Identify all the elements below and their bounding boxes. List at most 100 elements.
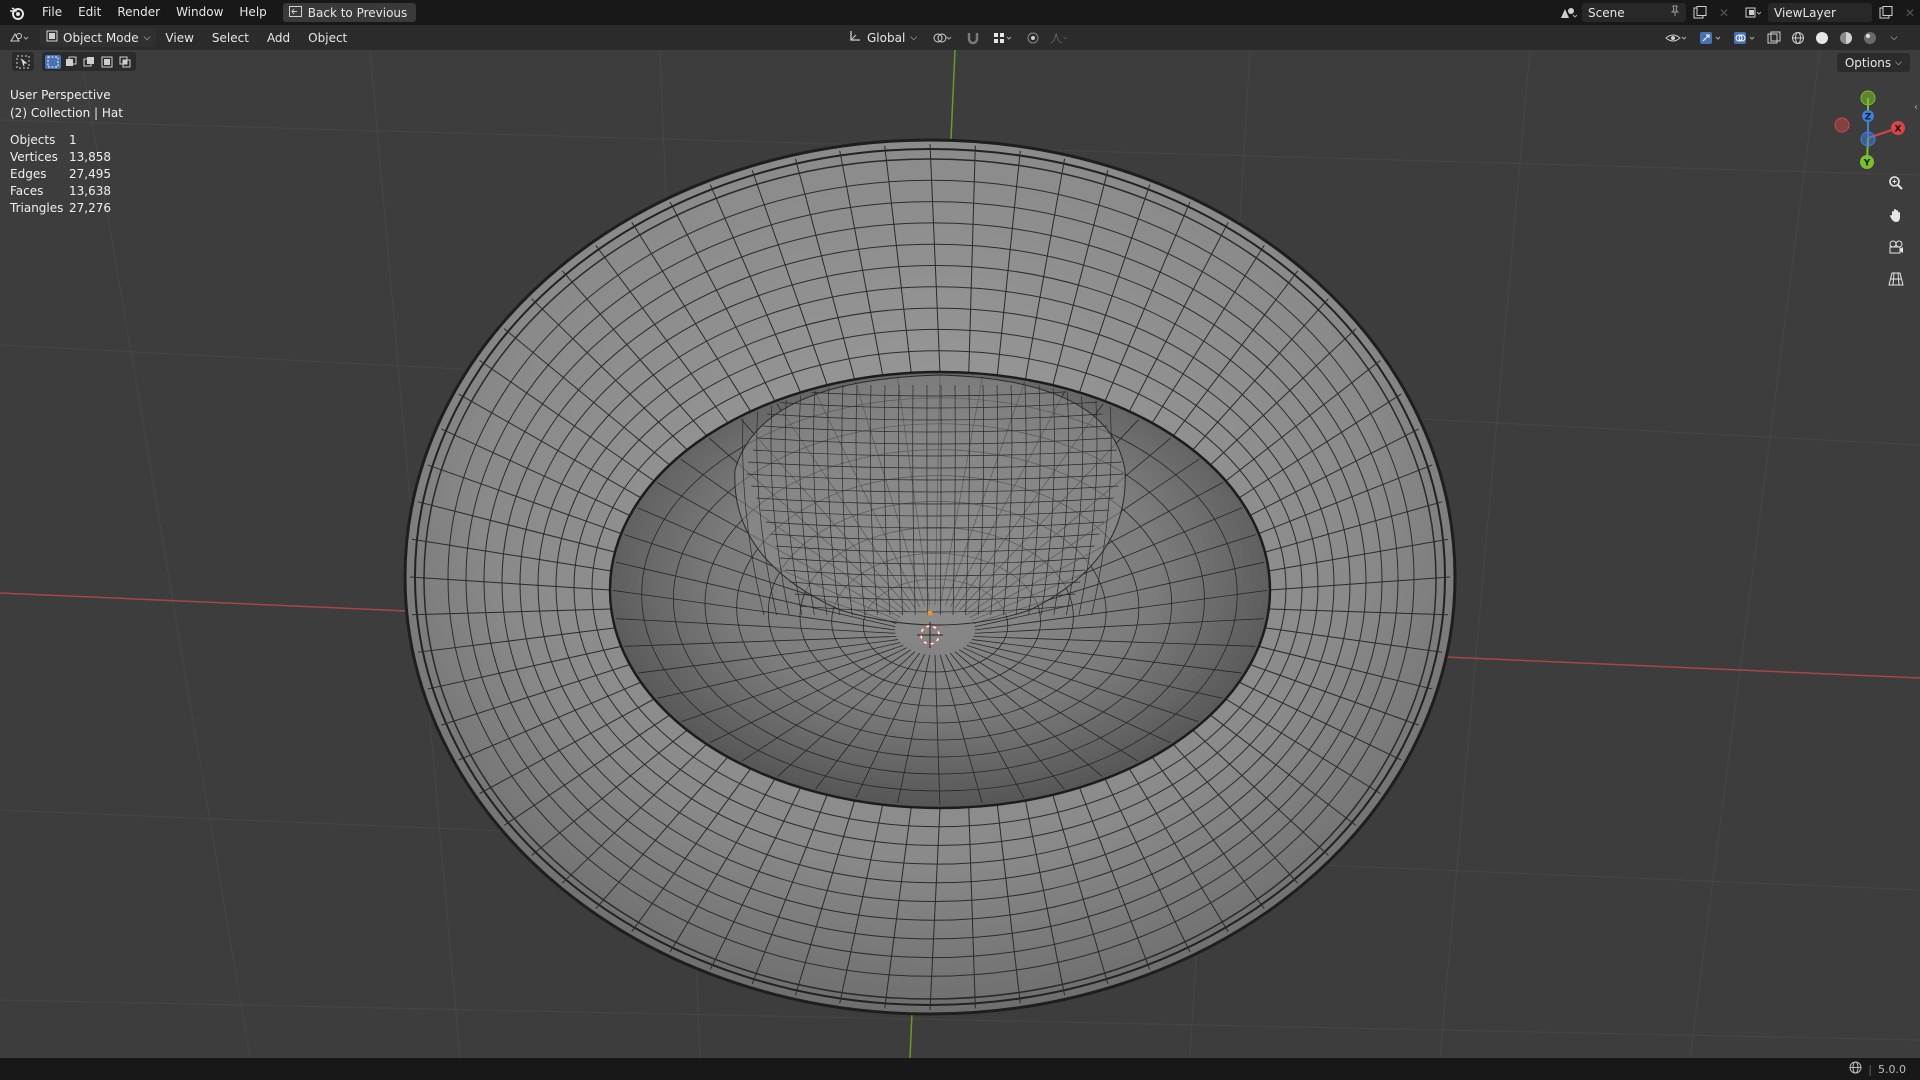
menu-select[interactable]: Select: [203, 31, 258, 45]
visibility-eye-icon[interactable]: [1662, 28, 1692, 47]
view-layer-field[interactable]: ViewLayer: [1768, 3, 1872, 22]
object-mode-label: Object Mode: [63, 30, 139, 45]
chevron-down-icon: ⌵: [1895, 57, 1902, 68]
new-view-layer-icon[interactable]: [1876, 3, 1896, 22]
shading-solid-icon[interactable]: [1812, 28, 1832, 47]
viewport-navigation-buttons: [1883, 170, 1909, 292]
navigation-gizmo[interactable]: Z X Y: [1820, 84, 1910, 170]
gizmo-z-label: Z: [1865, 113, 1872, 123]
object-mode-icon: [46, 30, 58, 45]
select-invert-icon[interactable]: [99, 55, 115, 69]
zoom-icon[interactable]: [1883, 170, 1909, 196]
scene-name: Scene: [1588, 5, 1625, 20]
snap-increment-icon[interactable]: [989, 28, 1017, 47]
gizmo-y-label: Y: [1863, 159, 1871, 169]
blender-version: 5.0.0: [1878, 1062, 1906, 1076]
xray-toggle-icon[interactable]: [1764, 28, 1784, 47]
select-new-icon[interactable]: [45, 54, 61, 69]
hat-mesh[interactable]: [403, 138, 1457, 1016]
stat-label: Objects: [10, 133, 56, 147]
menu-help[interactable]: Help: [231, 0, 274, 25]
select-tool-button[interactable]: [12, 52, 34, 71]
orientation-axes-icon: [848, 29, 862, 46]
proportional-falloff-icon[interactable]: [1049, 28, 1069, 47]
stat-row: Vertices 13,858: [10, 149, 111, 166]
menu-file[interactable]: File: [34, 0, 70, 25]
camera-view-icon[interactable]: [1883, 234, 1909, 260]
object-mode-dropdown[interactable]: Object Mode ⌵: [40, 28, 157, 47]
snap-magnet-icon[interactable]: [963, 28, 983, 47]
scene-statistics: Objects 1 Vertices 13,858 Edges 27,495 Face…: [10, 132, 111, 217]
stat-row: Objects 1: [10, 132, 111, 149]
pan-hand-icon[interactable]: [1883, 202, 1909, 228]
scene-field[interactable]: Scene: [1582, 3, 1686, 22]
stat-row: Triangles 27,276: [10, 200, 111, 217]
new-scene-icon[interactable]: [1690, 3, 1710, 22]
3d-viewport[interactable]: [0, 50, 1920, 1058]
select-extend-icon[interactable]: [63, 55, 79, 69]
stat-value: 13,638: [69, 184, 111, 198]
shading-wireframe-icon[interactable]: [1788, 28, 1808, 47]
pivot-point-icon[interactable]: [929, 28, 957, 47]
gizmo-neg-z-icon[interactable]: [1860, 131, 1876, 147]
menu-edit[interactable]: Edit: [70, 0, 109, 25]
gizmo-neg-x-icon[interactable]: [1834, 117, 1850, 133]
stat-value: 27,495: [69, 167, 111, 181]
transform-tools: Global ⌵: [838, 25, 1069, 50]
viewport-display-controls: ⌵: [1662, 25, 1904, 50]
menu-window[interactable]: Window: [168, 0, 231, 25]
stat-label: Triangles: [10, 201, 64, 215]
overlays-toggle-icon[interactable]: [1730, 28, 1760, 47]
gizmo-x-label: X: [1895, 125, 1902, 135]
close-scene-icon[interactable]: ✕: [1714, 3, 1734, 22]
stat-value: 27,276: [69, 201, 111, 215]
viewport-scene: [0, 50, 1920, 1058]
perspective-toggle-icon[interactable]: [1883, 266, 1909, 292]
select-subtract-icon[interactable]: [81, 55, 97, 69]
orientation-label: Global: [867, 30, 906, 45]
stat-label: Faces: [10, 184, 44, 198]
options-label: Options: [1844, 55, 1892, 70]
back-to-previous-button[interactable]: Back to Previous: [282, 3, 417, 22]
close-view-layer-icon[interactable]: ✕: [1900, 3, 1920, 22]
stat-value: 13,858: [69, 150, 111, 164]
stat-label: Edges: [10, 167, 47, 181]
stat-row: Faces 13,638: [10, 183, 111, 200]
stat-value: 1: [69, 133, 77, 147]
back-to-previous-label: Back to Previous: [307, 5, 408, 20]
chevron-down-icon: ⌵: [910, 32, 918, 43]
pin-icon[interactable]: [1670, 5, 1680, 20]
menu-render[interactable]: Render: [109, 0, 168, 25]
menu-view[interactable]: View: [156, 31, 202, 45]
scene-browse-icon[interactable]: [1558, 3, 1578, 22]
select-intersect-icon[interactable]: [117, 55, 133, 69]
menu-add[interactable]: Add: [258, 31, 299, 45]
selection-mode-group: [42, 52, 136, 71]
shading-material-icon[interactable]: [1836, 28, 1856, 47]
active-collection: (2) Collection | Hat: [10, 106, 123, 120]
select-tool-row: [12, 52, 136, 71]
chevron-down-icon: ⌵: [143, 32, 151, 43]
network-globe-icon[interactable]: [1849, 1061, 1862, 1077]
gizmo-neg-y-icon[interactable]: [1860, 90, 1876, 106]
viewport-info: User Perspective (2) Collection | Hat: [10, 86, 123, 122]
shading-rendered-icon[interactable]: [1860, 28, 1880, 47]
proportional-editing-icon[interactable]: [1023, 28, 1043, 47]
object-origin: [927, 610, 933, 616]
screen-back-icon: [288, 5, 302, 20]
stat-label: Vertices: [10, 150, 58, 164]
shading-options-chevron-icon[interactable]: ⌵: [1884, 28, 1904, 47]
blender-logo-icon[interactable]: [8, 4, 26, 22]
editor-type-icon[interactable]: [6, 28, 36, 47]
status-bar: | 5.0.0: [0, 1058, 1920, 1080]
top-right-controls: Scene ✕ ViewLayer ✕: [1558, 0, 1920, 25]
transform-orientation-dropdown[interactable]: Global ⌵: [842, 28, 923, 47]
options-dropdown[interactable]: Options ⌵: [1836, 53, 1910, 72]
top-menu-bar: File Edit Render Window Help Back to Pre…: [0, 0, 1920, 25]
view-layer-browse-icon[interactable]: [1744, 3, 1764, 22]
view-name: User Perspective: [10, 88, 111, 102]
view-layer-name: ViewLayer: [1774, 5, 1836, 20]
gizmo-toggle-icon[interactable]: [1696, 28, 1726, 47]
menu-object[interactable]: Object: [299, 31, 356, 45]
sidebar-toggle-chevron-icon[interactable]: ‹: [1914, 102, 1918, 113]
